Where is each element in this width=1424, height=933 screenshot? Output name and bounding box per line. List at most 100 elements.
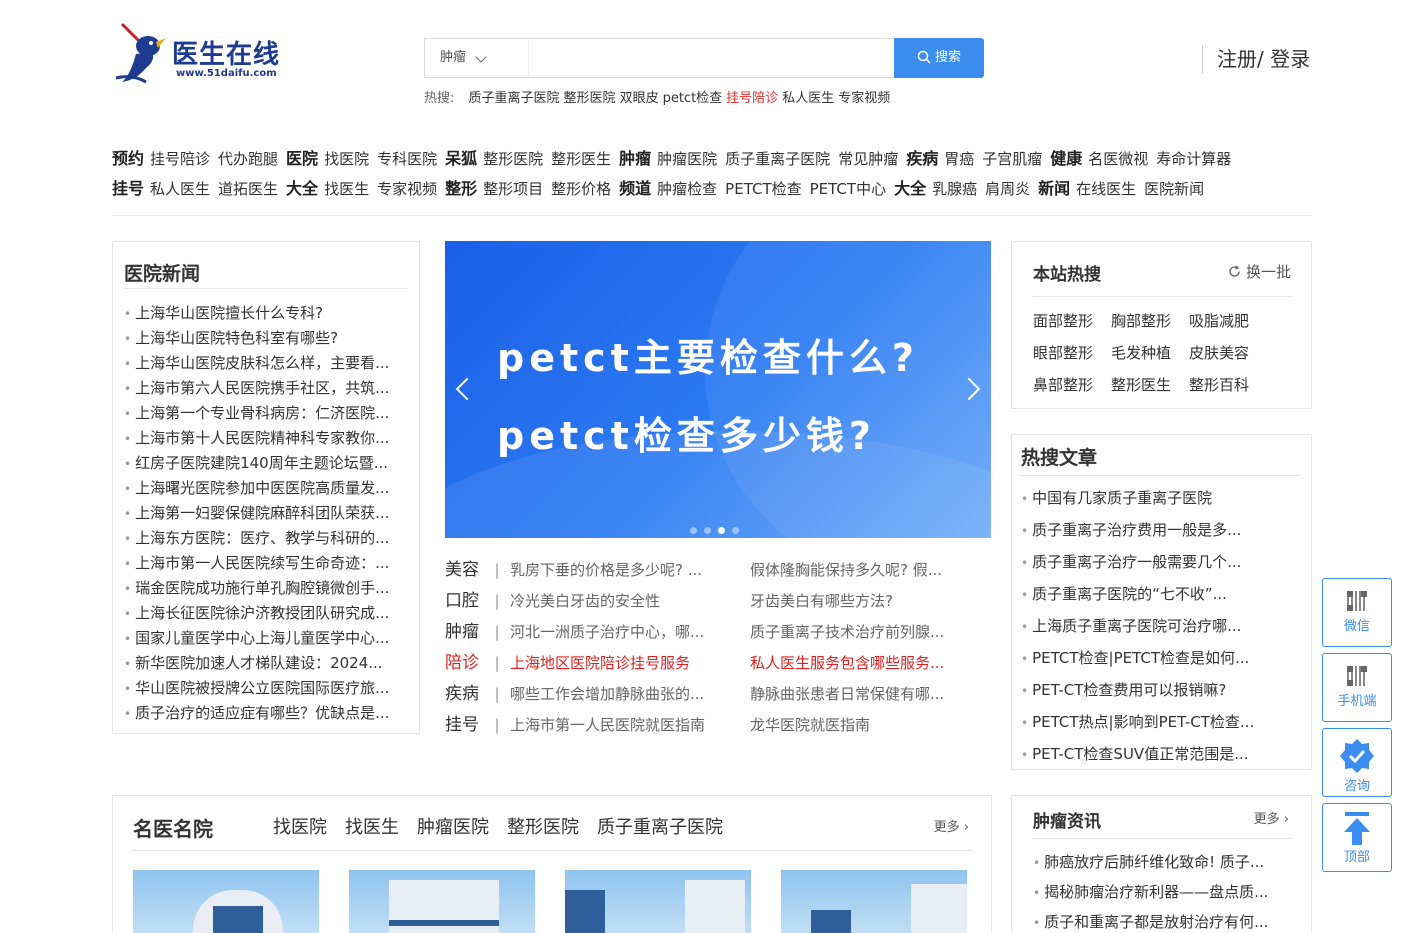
refresh-button[interactable]: 换一批 [1228,261,1291,282]
hot-tag-link[interactable]: 眼部整形 [1033,341,1111,373]
category-article-link[interactable]: 冷光美白牙齿的安全性 [510,589,720,614]
hot-search-link[interactable]: 双眼皮 [620,91,659,106]
hot-article-title[interactable]: PET-CT检查费用可以报销嘛? [1032,681,1226,699]
category-article-link[interactable]: 哪些工作会增加静脉曲张的... [510,682,720,707]
nav-group-heading[interactable]: 呆狐 [445,149,477,168]
category-article-link[interactable]: 假体隆胸能保持多久呢? 假... [750,558,970,583]
nav-link[interactable]: 挂号陪诊 [150,150,210,168]
hot-search-link[interactable]: petct检查 [663,91,723,106]
news-list-item[interactable]: • 上海华山医院皮肤科怎么样，主要看... [124,351,414,376]
nav-link[interactable]: 专科医院 [377,150,437,168]
tumor-news-item[interactable]: • 质子和重离子都是放射治疗有何... [1033,909,1303,933]
news-list-item[interactable]: • 上海第一个专业骨科病房：仁济医院... [124,401,414,426]
nav-link[interactable]: 整形医院 [483,150,543,168]
news-title[interactable]: 新华医院加速人才梯队建设：2024... [135,654,382,672]
hot-article-title[interactable]: 质子重离子治疗一般需要几个... [1032,553,1241,571]
hot-article-item[interactable]: • 上海质子重离子医院可治疗哪... [1021,613,1306,645]
chevron-left-icon[interactable] [455,377,479,401]
nav-link[interactable]: 肩周炎 [985,180,1030,198]
nav-link[interactable]: PETCT中心 [810,180,886,198]
news-list-item[interactable]: • 上海华山医院特色科室有哪些? [124,326,414,351]
news-title[interactable]: 上海市第一人民医院续写生命奇迹：... [135,554,389,572]
news-title[interactable]: 上海华山医院特色科室有哪些? [135,329,338,347]
nav-link[interactable]: 常见肿瘤 [838,150,898,168]
consult-button[interactable]: 咨询 [1322,728,1392,797]
nav-link[interactable]: 乳腺癌 [932,180,977,198]
news-list-item[interactable]: • 上海华山医院擅长什么专科? [124,301,414,326]
famous-tab[interactable]: 整形医院 [507,817,579,838]
hot-article-item[interactable]: • 质子重离子治疗费用一般是多... [1021,517,1306,549]
famous-tab[interactable]: 肿瘤医院 [417,817,489,838]
search-category-select[interactable]: 肿瘤 [425,39,529,77]
news-list-item[interactable]: • 上海市第六人民医院携手社区，共筑... [124,376,414,401]
famous-more-link[interactable]: 更多 › [934,816,969,835]
hot-tag-link[interactable]: 皮肤美容 [1189,341,1267,373]
news-list-item[interactable]: • 华山医院被授牌公立医院国际医疗旅... [124,676,414,701]
site-logo[interactable]: 医生在线 www.51daifu.com [112,16,292,86]
nav-link[interactable]: 整形项目 [483,180,543,198]
news-title[interactable]: 上海华山医院皮肤科怎么样，主要看... [135,354,389,372]
nav-link[interactable]: 胃癌 [944,150,974,168]
news-list-item[interactable]: • 上海曙光医院参加中医医院高质量发... [124,476,414,501]
category-label[interactable]: 陪诊 [445,651,485,676]
nav-link[interactable]: 肿瘤检查 [657,180,717,198]
nav-group-heading[interactable]: 新闻 [1038,179,1070,198]
hot-article-item[interactable]: • PETCT热点|影响到PET-CT检查... [1021,709,1306,741]
nav-link[interactable]: 整形医生 [551,150,611,168]
mobile-button[interactable]: 手机端 [1322,653,1392,722]
nav-link[interactable]: 医院新闻 [1144,180,1204,198]
category-article-link[interactable]: 上海地区医院陪诊挂号服务 [510,651,720,676]
hot-article-title[interactable]: 上海质子重离子医院可治疗哪... [1032,617,1241,635]
nav-group-heading[interactable]: 预约 [112,149,144,168]
nav-link[interactable]: 寿命计算器 [1156,150,1231,168]
category-article-link[interactable]: 质子重离子技术治疗前列腺... [750,620,970,645]
nav-link[interactable]: 道拓医生 [218,180,278,198]
nav-group-heading[interactable]: 频道 [619,179,651,198]
category-article-link[interactable]: 河北一洲质子治疗中心，哪... [510,620,720,645]
news-title[interactable]: 上海市第六人民医院携手社区，共筑... [135,379,389,397]
banner-carousel[interactable]: petct主要检查什么? petct检查多少钱? [445,241,991,538]
nav-group-heading[interactable]: 挂号 [112,179,144,198]
category-label[interactable]: 挂号 [445,713,485,738]
hot-tag-link[interactable]: 鼻部整形 [1033,373,1111,405]
hot-article-title[interactable]: 质子重离子治疗费用一般是多... [1032,521,1241,539]
hospital-image[interactable] [349,870,535,933]
nav-link[interactable]: 整形价格 [551,180,611,198]
hot-article-item[interactable]: • 质子重离子医院的“七不收”... [1021,581,1306,613]
hot-search-link[interactable]: 专家视频 [838,91,890,106]
news-title[interactable]: 上海华山医院擅长什么专科? [135,304,323,322]
news-title[interactable]: 红房子医院建院140周年主题论坛暨... [135,454,388,472]
hot-article-title[interactable]: PETCT热点|影响到PET-CT检查... [1032,713,1254,731]
news-title[interactable]: 国家儿童医学中心上海儿童医学中心... [135,629,389,647]
nav-link[interactable]: 找医院 [324,150,369,168]
search-input[interactable] [531,39,891,77]
tumor-news-item[interactable]: • 揭秘肺瘤治疗新利器——盘点质... [1033,879,1303,909]
category-label[interactable]: 美容 [445,558,485,583]
news-list-item[interactable]: • 瑞金医院成功施行单孔胸腔镜微创手... [124,576,414,601]
register-login-link[interactable]: 注册/ 登录 [1202,45,1310,73]
category-article-link[interactable]: 上海市第一人民医院就医指南 [510,713,720,738]
nav-link[interactable]: 子宫肌瘤 [982,150,1042,168]
tumor-news-item[interactable]: • 肺癌放疗后肺纤维化致命! 质子... [1033,849,1303,879]
nav-link[interactable]: 代办跑腿 [218,150,278,168]
news-list-item[interactable]: • 上海东方医院：医疗、教学与科研的... [124,526,414,551]
nav-link[interactable]: 在线医生 [1076,180,1136,198]
pagination-dot[interactable] [704,527,711,534]
news-list-item[interactable]: • 上海市第一人民医院续写生命奇迹：... [124,551,414,576]
hot-article-title[interactable]: 质子重离子医院的“七不收”... [1032,585,1227,603]
news-title[interactable]: 上海曙光医院参加中医医院高质量发... [135,479,389,497]
tumor-news-title[interactable]: 揭秘肺瘤治疗新利器——盘点质... [1044,883,1268,901]
search-button[interactable]: 搜索 [894,38,984,78]
hot-tag-link[interactable]: 毛发种植 [1111,341,1189,373]
nav-group-heading[interactable]: 疾病 [906,149,938,168]
news-list-item[interactable]: • 上海第一妇婴保健院麻醉科团队荣获... [124,501,414,526]
hot-search-link[interactable]: 质子重离子医院 [469,91,560,106]
nav-link[interactable]: 私人医生 [150,180,210,198]
news-title[interactable]: 上海长征医院徐沪济教授团队研究成... [135,604,389,622]
hot-article-item[interactable]: • PETCT检查|PETCT检查是如何... [1021,645,1306,677]
news-list-item[interactable]: • 新华医院加速人才梯队建设：2024... [124,651,414,676]
news-list-item[interactable]: • 质子治疗的适应症有哪些？优缺点是... [124,701,414,726]
news-list-item[interactable]: • 上海长征医院徐沪济教授团队研究成... [124,601,414,626]
hot-article-item[interactable]: • PET-CT检查SUV值正常范围是... [1021,741,1306,773]
hot-tag-link[interactable]: 面部整形 [1033,309,1111,341]
